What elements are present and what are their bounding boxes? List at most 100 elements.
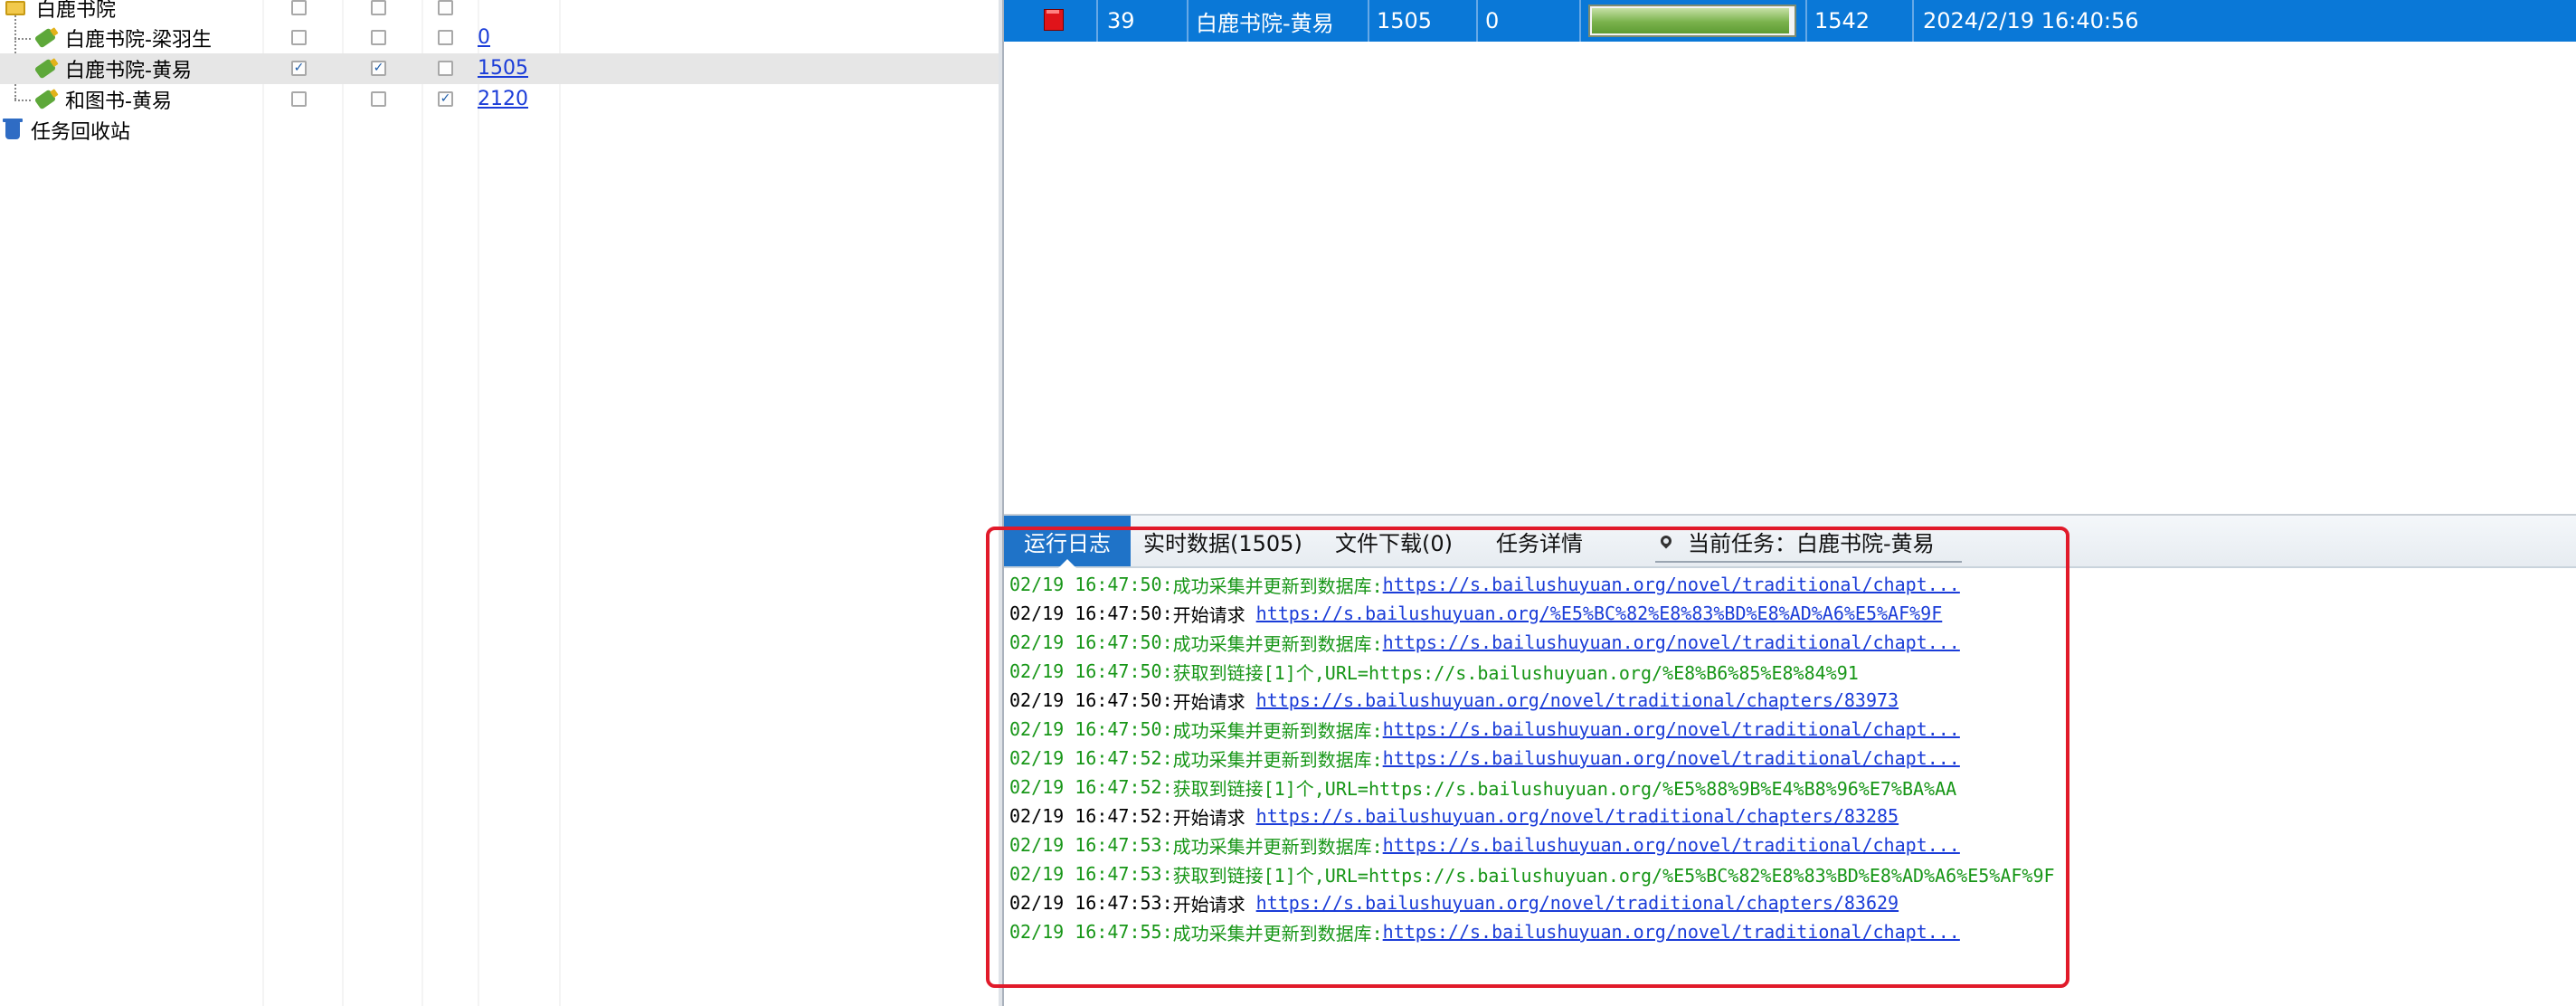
log-message: 成功采集并更新到数据库:	[1172, 632, 1383, 655]
folder-icon	[5, 1, 25, 15]
location-pin-icon	[1658, 533, 1674, 549]
tree-checkbox[interactable]	[438, 0, 453, 15]
log-timestamp: 02/19 16:47:50:	[1009, 718, 1173, 740]
tree-checkbox[interactable]	[291, 30, 307, 45]
log-timestamp: 02/19 16:47:50:	[1009, 660, 1173, 682]
tree-node[interactable]: 白鹿书院	[0, 0, 999, 24]
tree-checkbox[interactable]	[371, 0, 386, 15]
column-divider	[478, 0, 479, 1006]
log-line: 02/19 16:47:53: 成功采集并更新到数据库: https://s.bai…	[1009, 830, 1960, 859]
log-link[interactable]: https://s.bailushuyuan.org/novel/traditi…	[1256, 892, 1899, 914]
cell-time: 2024/2/19 16:40:56	[1923, 8, 2139, 33]
task-icon	[33, 58, 57, 80]
cell-task: 白鹿书院-黄易	[1196, 10, 1334, 36]
log-message: 成功采集并更新到数据库:	[1172, 922, 1383, 944]
log-line: 02/19 16:47:50: 开始请求 https://s.bailushuyu…	[1009, 599, 1942, 628]
current-task-indicator: 当前任务：白鹿书院-黄易	[1655, 521, 1962, 563]
log-timestamp: 02/19 16:47:50:	[1009, 631, 1173, 653]
log-message: 获取到链接[1]个,URL=https://s.bailushuyuan.org…	[1172, 864, 2055, 887]
log-message: 开始请求	[1172, 603, 1256, 626]
task-tree-panel: 白鹿书院白鹿书院-梁羽生 0 白鹿书院-黄易 ✓ ✓ 1505 和图书-黄易 ✓ 2120 任务回…	[0, 0, 999, 1006]
log-link[interactable]: https://s.bailushuyuan.org/novel/traditi…	[1383, 921, 1960, 943]
tab-file-download[interactable]: 文件下载(0)	[1335, 516, 1453, 566]
tree-node-label: 和图书-黄易	[65, 90, 172, 113]
log-tab-bar: 运行日志 实时数据(1505) 文件下载(0) 任务详情 当前任务：白鹿书院-黄…	[1004, 516, 2576, 568]
log-link[interactable]: https://s.bailushuyuan.org/novel/traditi…	[1383, 718, 1960, 740]
log-timestamp: 02/19 16:47:55:	[1009, 921, 1173, 943]
progress-fill	[1592, 8, 1789, 33]
tree-node[interactable]: 任务回收站	[0, 115, 999, 146]
tab-realtime-data[interactable]: 实时数据(1505)	[1143, 516, 1302, 566]
log-link[interactable]: https://s.bailushuyuan.org/novel/traditi…	[1383, 834, 1960, 856]
cell-divider	[1579, 0, 1581, 42]
log-line: 02/19 16:47:53: 开始请求 https://s.bailushuyu…	[1009, 888, 1899, 917]
log-line: 02/19 16:47:50: 成功采集并更新到数据库: https://s.bai…	[1009, 570, 1960, 599]
log-timestamp: 02/19 16:47:50:	[1009, 603, 1173, 624]
column-divider	[421, 0, 423, 1006]
log-link[interactable]: https://s.bailushuyuan.org/novel/traditi…	[1383, 631, 1960, 653]
tree-node[interactable]: 白鹿书院-梁羽生 0	[0, 23, 999, 53]
log-line: 02/19 16:47:50: 开始请求 https://s.bailushuyu…	[1009, 686, 1899, 715]
log-timestamp: 02/19 16:47:53:	[1009, 863, 1173, 885]
column-divider	[262, 0, 264, 1006]
tree-node-label: 白鹿书院-黄易	[65, 60, 192, 82]
tree-checkbox[interactable]	[438, 61, 453, 76]
log-link[interactable]: https://s.bailushuyuan.org/%E5%BC%82%E8%…	[1256, 603, 1943, 624]
recycle-bin-icon	[3, 119, 23, 139]
count-link[interactable]: 2120	[478, 88, 528, 110]
log-link[interactable]: https://s.bailushuyuan.org/novel/traditi…	[1383, 574, 1960, 595]
run-log-panel[interactable]: 02/19 16:47:50: 成功采集并更新到数据库: https://s.bai…	[1004, 568, 2576, 1006]
log-timestamp: 02/19 16:47:50:	[1009, 689, 1173, 711]
tree-checkbox[interactable]	[291, 91, 307, 107]
log-message: 成功采集并更新到数据库:	[1172, 748, 1383, 771]
tree-checkbox[interactable]: ✓	[371, 61, 386, 76]
tree-checkbox[interactable]	[438, 30, 453, 45]
count-link[interactable]: 0	[478, 26, 490, 49]
cell-divider	[1912, 0, 1914, 42]
tree-node[interactable]: 和图书-黄易 ✓ 2120	[0, 84, 999, 115]
column-divider	[342, 0, 344, 1006]
task-grid: 39 白鹿书院-黄易 1505 0 1542 2024/2/19 16:40:5…	[1004, 0, 2576, 516]
cell-divider	[1476, 0, 1478, 42]
progress-bar	[1588, 5, 1796, 37]
column-divider	[559, 0, 561, 1006]
count-link[interactable]: 1505	[478, 57, 528, 80]
current-task-label: 当前任务：白鹿书院-黄易	[1688, 530, 1935, 556]
cell-collected: 1505	[1377, 8, 1433, 33]
tree-node-label: 任务回收站	[31, 121, 131, 144]
cell-total: 1542	[1814, 8, 1870, 33]
cell-divider	[1096, 0, 1098, 42]
log-line: 02/19 16:47:52: 成功采集并更新到数据库: https://s.bai…	[1009, 744, 1960, 773]
log-message: 获取到链接[1]个,URL=https://s.bailushuyuan.org…	[1172, 661, 1859, 684]
tree-checkbox[interactable]: ✓	[291, 61, 307, 76]
tree-checkbox[interactable]	[371, 91, 386, 107]
log-line: 02/19 16:47:52: 获取到链接[1]个,URL=https://s.b…	[1009, 773, 1956, 802]
tree-checkbox[interactable]	[291, 0, 307, 15]
stop-icon[interactable]	[1044, 9, 1064, 31]
task-icon	[33, 27, 57, 49]
log-message: 开始请求	[1172, 690, 1256, 713]
tree-checkbox[interactable]: ✓	[438, 91, 453, 107]
log-line: 02/19 16:47:53: 获取到链接[1]个,URL=https://s.b…	[1009, 859, 2055, 888]
tree-node[interactable]: 白鹿书院-黄易 ✓ ✓ 1505	[0, 53, 999, 84]
tab-task-detail[interactable]: 任务详情	[1496, 516, 1583, 566]
tree-node-label: 白鹿书院-梁羽生	[65, 29, 212, 52]
tab-run-log[interactable]: 运行日志	[1004, 516, 1131, 568]
log-line: 02/19 16:47:52: 开始请求 https://s.bailushuyu…	[1009, 802, 1899, 830]
table-row[interactable]: 39 白鹿书院-黄易 1505 0 1542 2024/2/19 16:40:5…	[1004, 0, 2576, 42]
log-timestamp: 02/19 16:47:50:	[1009, 574, 1173, 595]
log-message: 开始请求	[1172, 893, 1256, 916]
log-link[interactable]: https://s.bailushuyuan.org/novel/traditi…	[1256, 805, 1899, 827]
log-message: 成功采集并更新到数据库:	[1172, 719, 1383, 742]
cell-divider	[1368, 0, 1369, 42]
cell-divider	[1805, 0, 1807, 42]
log-timestamp: 02/19 16:47:52:	[1009, 776, 1173, 798]
cell-id: 39	[1107, 8, 1135, 33]
log-link[interactable]: https://s.bailushuyuan.org/novel/traditi…	[1383, 747, 1960, 769]
task-icon	[33, 89, 57, 110]
log-timestamp: 02/19 16:47:52:	[1009, 805, 1173, 827]
cell-divider	[1187, 0, 1189, 42]
log-link[interactable]: https://s.bailushuyuan.org/novel/traditi…	[1256, 689, 1899, 711]
log-line: 02/19 16:47:50: 获取到链接[1]个,URL=https://s.b…	[1009, 657, 1859, 686]
tree-checkbox[interactable]	[371, 30, 386, 45]
